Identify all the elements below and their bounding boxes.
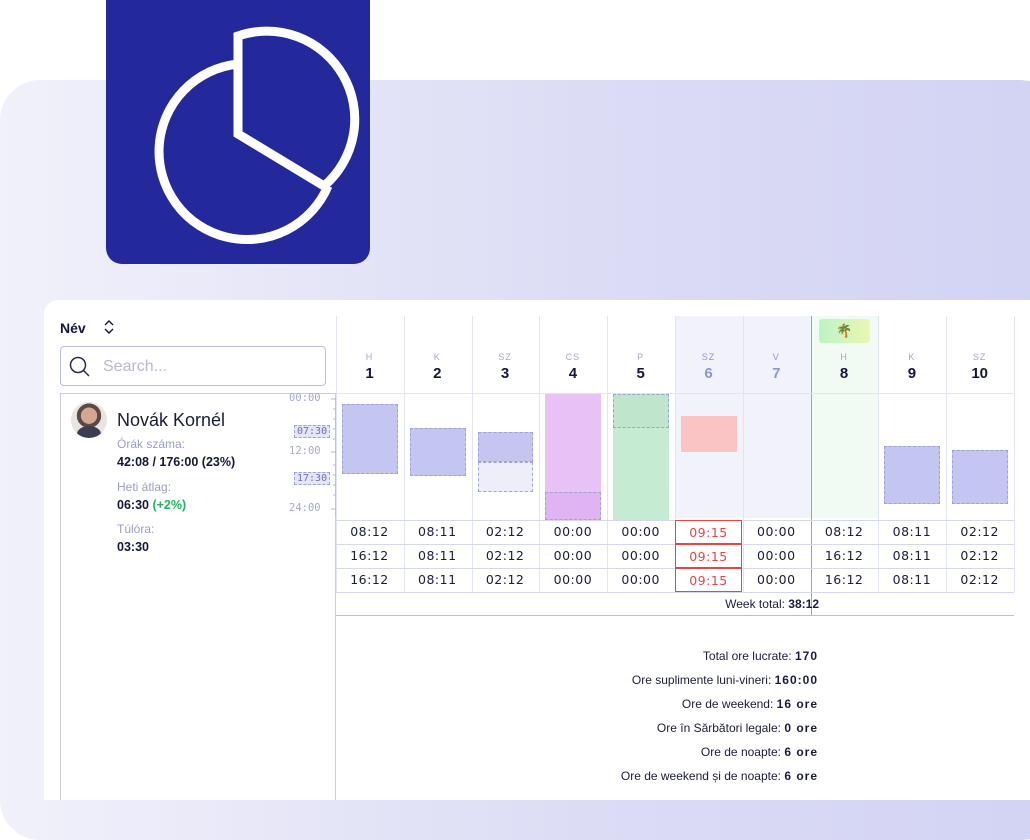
day-number[interactable]: 2 [404, 365, 471, 382]
shift-block[interactable] [477, 432, 534, 462]
time-cell[interactable]: 00:00 [607, 520, 674, 544]
time-cell[interactable]: 09:15 [675, 544, 742, 568]
time-cell[interactable]: 08:11 [878, 520, 945, 544]
pie-chart-icon [154, 26, 360, 244]
time-cell[interactable]: 16:12 [811, 544, 878, 568]
day-number[interactable]: 8 [811, 365, 878, 382]
holiday-column [810, 316, 879, 518]
time-cell[interactable]: 02:12 [946, 544, 1013, 568]
search-icon [69, 356, 90, 377]
weekend-column [742, 316, 811, 518]
shift-block[interactable] [884, 446, 941, 504]
time-cell[interactable]: 00:00 [743, 568, 810, 592]
time-cell[interactable]: 02:12 [472, 544, 539, 568]
summary-line: Ore de weekend și de noapte: 6 ore [620, 769, 818, 783]
time-cell[interactable]: 08:11 [404, 544, 471, 568]
day-number[interactable]: 6 [675, 365, 742, 382]
time-cell[interactable]: 00:00 [607, 568, 674, 592]
day-number[interactable]: 5 [607, 365, 674, 382]
time-cell[interactable]: 08:12 [811, 520, 878, 544]
day-abbr: H [365, 352, 374, 362]
sort-updown-icon[interactable] [102, 319, 116, 335]
day-abbr: V [772, 352, 780, 362]
day-abbr: SZ [498, 352, 512, 362]
shift-block[interactable] [477, 462, 534, 492]
shift-block[interactable] [342, 404, 398, 474]
day-number[interactable]: 4 [539, 365, 606, 382]
time-cell[interactable]: 02:12 [946, 520, 1013, 544]
time-cell[interactable]: 00:00 [743, 520, 810, 544]
timesheet-card: Név Search... Novák Kornél Órák száma: 4… [44, 300, 1030, 800]
day-abbr: H [840, 352, 848, 362]
shift-block[interactable] [681, 416, 737, 452]
day-number[interactable]: 1 [336, 365, 403, 382]
time-cell[interactable]: 08:11 [878, 568, 945, 592]
palm-tree-icon: 🌴 [818, 319, 871, 343]
axis-marker-start: 07:30 [294, 425, 331, 438]
total-row-divider [336, 615, 1014, 616]
column-divider [1014, 316, 1015, 592]
search-placeholder: Search... [103, 358, 168, 375]
time-cell[interactable]: 16:12 [336, 544, 403, 568]
shift-block[interactable] [545, 394, 602, 492]
time-cell[interactable]: 02:12 [472, 568, 539, 592]
day-abbr: K [433, 352, 441, 362]
time-cell[interactable]: 02:12 [946, 568, 1013, 592]
day-number[interactable]: 10 [946, 365, 1013, 382]
day-abbr: P [637, 352, 645, 362]
time-cell[interactable]: 16:12 [336, 568, 403, 592]
week-total-value: 38:12 [788, 597, 819, 611]
axis-label-mid: 12:00 [289, 445, 321, 457]
weekly-average-delta: (+2%) [152, 498, 187, 512]
name-column-header[interactable]: Név [60, 320, 86, 336]
time-cell[interactable]: 00:00 [743, 544, 810, 568]
day-abbr: SZ [972, 352, 987, 362]
weekly-average-label: Heti átlag: [117, 480, 172, 494]
shift-block[interactable] [952, 450, 1008, 504]
weekly-average-value: 06:30 (+2%) [117, 498, 187, 512]
summary-line: Total ore lucrate: 170 [702, 649, 818, 663]
day-number[interactable]: 9 [878, 365, 945, 382]
time-cell[interactable]: 00:00 [607, 544, 674, 568]
time-cell[interactable]: 08:11 [404, 520, 471, 544]
avatar [71, 402, 107, 438]
day-abbr: K [908, 352, 916, 362]
time-cell[interactable]: 09:15 [675, 568, 742, 592]
time-cell[interactable]: 08:12 [336, 520, 403, 544]
summary-line: Ore în Sărbători legale: 0 ore [656, 721, 818, 735]
hours-value: 42:08 / 176:00 (23%) [117, 455, 236, 469]
day-number[interactable]: 3 [472, 365, 539, 382]
axis-marker-end: 17:30 [294, 472, 331, 485]
time-cell[interactable]: 00:00 [539, 520, 606, 544]
overtime-label: Túlóra: [117, 522, 155, 536]
employee-name[interactable]: Novák Kornél [117, 410, 225, 431]
shift-block[interactable] [613, 394, 669, 428]
logo-tile [106, 0, 370, 264]
day-abbr: CS [565, 352, 581, 362]
time-cell[interactable]: 02:12 [472, 520, 539, 544]
axis-label-start: 00:00 [289, 392, 321, 404]
week-total: Week total: 38:12 [725, 597, 819, 611]
hours-label: Órák száma: [117, 437, 186, 451]
summary-line: Ore de weekend: 16 ore [681, 697, 818, 711]
schedule-grid: 🌴 H 1 K 2 SZ 3 CS 4 P 5 SZ 6 V 7 H 8 K 9 SZ 10 08:12 08:11 02:1… [336, 316, 1030, 616]
summary-line: Ore suplimente luni-vineri: 160:00 [631, 673, 818, 687]
axis-label-end: 24:00 [289, 502, 321, 514]
time-cell[interactable]: 16:12 [811, 568, 878, 592]
header-divider [336, 393, 1014, 394]
time-cell[interactable]: 00:00 [539, 544, 606, 568]
time-cell[interactable]: 00:00 [539, 568, 606, 592]
day-number[interactable]: 7 [743, 365, 810, 382]
row-divider [336, 592, 1014, 593]
time-cell[interactable]: 08:11 [404, 568, 471, 592]
shift-block[interactable] [545, 492, 602, 520]
overtime-value: 03:30 [117, 540, 149, 554]
day-abbr: SZ [701, 352, 716, 362]
time-cell[interactable]: 09:15 [675, 520, 742, 544]
time-cell[interactable]: 08:11 [878, 544, 945, 568]
shift-block[interactable] [613, 428, 669, 520]
search-input[interactable]: Search... [60, 346, 326, 386]
summary-line: Ore de noapte: 6 ore [700, 745, 818, 759]
shift-block[interactable] [409, 428, 466, 476]
